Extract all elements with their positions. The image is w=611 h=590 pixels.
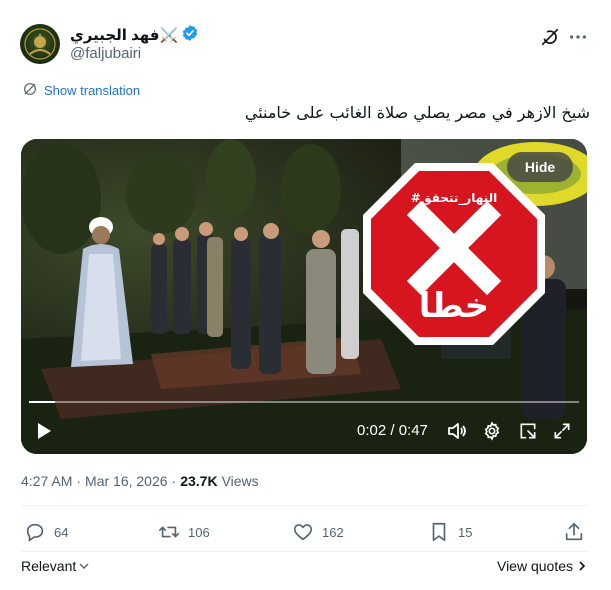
chevron-down-icon xyxy=(79,563,89,569)
reply-button[interactable]: 64 xyxy=(24,521,68,543)
verified-badge-icon xyxy=(181,24,199,47)
reply-icon xyxy=(26,523,44,542)
author-name-row[interactable]: ⚔️فهد الجبيري xyxy=(70,24,199,47)
share-icon xyxy=(565,522,583,541)
tweet-time[interactable]: 4:27 AM xyxy=(21,473,72,489)
translate-icon xyxy=(22,81,38,100)
divider xyxy=(21,505,589,506)
video-progress-fill xyxy=(29,401,55,403)
video-player[interactable]: #النهار_تتحقق خطأ Hide 0:02 / 0:47 xyxy=(21,139,587,454)
reply-count: 64 xyxy=(54,524,69,540)
settings-icon[interactable] xyxy=(482,421,502,446)
grok-icon[interactable] xyxy=(539,26,561,48)
repost-button[interactable]: 106 xyxy=(158,521,210,543)
fact-check-hashtag: #النهار_تتحقق xyxy=(411,191,497,206)
author-handle[interactable]: @faljubairi xyxy=(70,45,141,62)
fact-check-verdict: خطأ xyxy=(419,283,489,326)
meta-separator: · xyxy=(76,473,82,489)
more-icon[interactable] xyxy=(567,26,589,48)
like-icon xyxy=(293,524,313,541)
like-count: 162 xyxy=(322,524,344,540)
bookmark-count: 15 xyxy=(458,524,473,540)
avatar[interactable] xyxy=(20,24,60,64)
sort-dropdown[interactable]: Relevant xyxy=(21,558,90,574)
fact-check-stamp: #النهار_تتحقق خطأ xyxy=(363,163,545,345)
view-quotes-link[interactable]: View quotes xyxy=(497,558,587,574)
meta-separator: · xyxy=(171,473,177,489)
bookmark-icon xyxy=(432,522,446,542)
tweet-text: شيخ الازهر في مصر يصلي صلاة الغائب على خ… xyxy=(244,103,590,122)
play-icon[interactable] xyxy=(35,421,53,446)
avatar-emblem xyxy=(24,28,56,60)
pip-icon[interactable] xyxy=(518,421,538,446)
tweet-actions: 64 106 162 15 xyxy=(0,521,611,549)
video-progress-track[interactable] xyxy=(29,401,579,403)
bookmark-button[interactable]: 15 xyxy=(428,521,472,543)
views-label: Views xyxy=(221,473,259,489)
views-count: 23.7K xyxy=(180,473,218,489)
share-button[interactable] xyxy=(563,521,585,543)
like-button[interactable]: 162 xyxy=(292,521,344,543)
show-translation-label: Show translation xyxy=(44,83,141,98)
video-time: 0:02 / 0:47 xyxy=(357,422,428,439)
display-name[interactable]: ⚔️فهد الجبيري xyxy=(70,26,178,44)
view-quotes-label: View quotes xyxy=(496,558,573,574)
volume-icon[interactable] xyxy=(446,421,468,446)
repost-count: 106 xyxy=(188,524,210,540)
show-translation-link[interactable]: Show translation xyxy=(22,81,140,100)
hide-button[interactable]: Hide xyxy=(507,152,573,182)
tweet-meta: 4:27 AM · Mar 16, 2026 · 23.7K Views xyxy=(21,473,259,489)
repost-icon xyxy=(159,526,179,538)
divider xyxy=(21,551,589,552)
sort-label: Relevant xyxy=(21,558,77,574)
tweet-date[interactable]: Mar 16, 2026 xyxy=(85,473,168,489)
chevron-right-icon xyxy=(579,561,586,571)
fullscreen-icon[interactable] xyxy=(552,421,572,446)
